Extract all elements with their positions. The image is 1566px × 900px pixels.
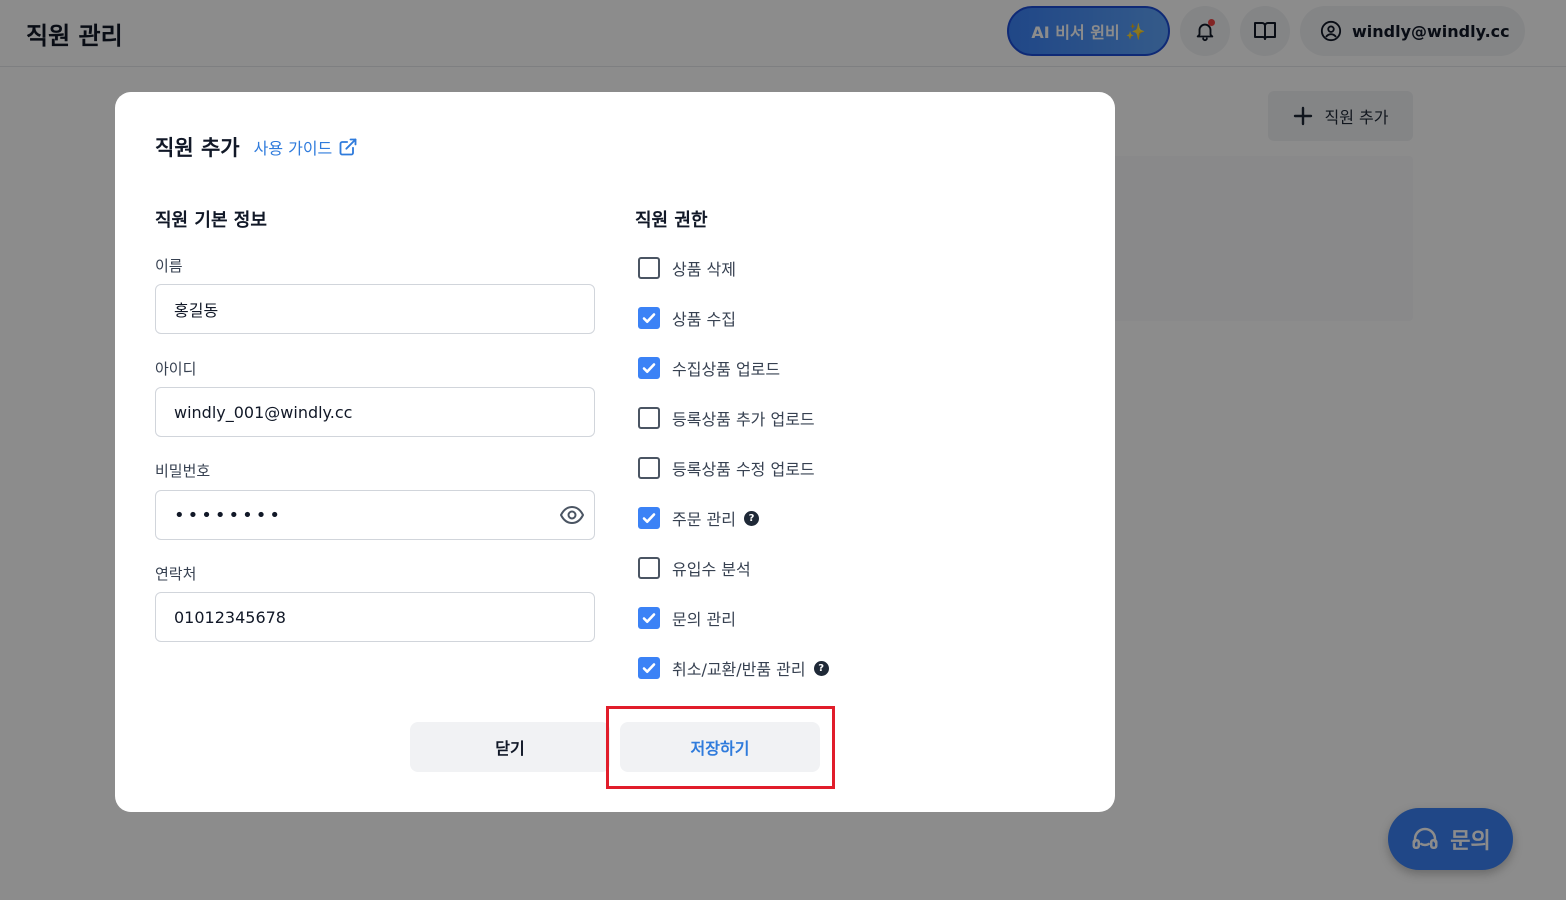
close-button[interactable]: 닫기	[410, 722, 610, 772]
permission-label: 상품 삭제	[672, 260, 736, 279]
help-icon[interactable]: ?	[813, 660, 829, 676]
permission-label: 수집상품 업로드	[672, 360, 781, 379]
permissions-title: 직원 권한	[635, 210, 708, 231]
permission-item[interactable]: 상품 수집	[638, 306, 736, 330]
checkbox-checked[interactable]	[638, 357, 660, 379]
permission-item[interactable]: 취소/교환/반품 관리?	[638, 656, 829, 680]
checkbox-unchecked[interactable]	[638, 457, 660, 479]
basic-info-title: 직원 기본 정보	[155, 210, 267, 231]
checkmark-icon	[642, 663, 656, 673]
checkmark-icon	[642, 363, 656, 373]
checkbox-checked[interactable]	[638, 507, 660, 529]
id-label: 아이디	[155, 360, 197, 378]
usage-guide-link[interactable]: 사용 가이드	[254, 135, 359, 159]
permission-label: 등록상품 추가 업로드	[672, 410, 815, 429]
contact-input[interactable]	[155, 592, 595, 642]
eye-icon[interactable]	[559, 502, 585, 528]
name-input[interactable]	[155, 284, 595, 334]
permission-label: 취소/교환/반품 관리	[672, 660, 806, 679]
permission-label: 상품 수집	[672, 310, 736, 329]
permission-label: 등록상품 수정 업로드	[672, 460, 815, 479]
checkbox-checked[interactable]	[638, 607, 660, 629]
permission-item[interactable]: 등록상품 추가 업로드	[638, 406, 815, 430]
name-label: 이름	[155, 257, 183, 275]
permission-item[interactable]: 수집상품 업로드	[638, 356, 780, 380]
external-link-icon	[339, 138, 357, 156]
checkmark-icon	[642, 513, 656, 523]
checkmark-icon	[642, 313, 656, 323]
contact-label: 연락처	[155, 565, 197, 583]
permission-label: 유입수 분석	[672, 560, 751, 579]
checkbox-unchecked[interactable]	[638, 257, 660, 279]
save-button-highlight	[606, 706, 835, 789]
id-input[interactable]	[155, 387, 595, 437]
checkbox-checked[interactable]	[638, 657, 660, 679]
password-input[interactable]	[155, 490, 595, 540]
permission-item[interactable]: 주문 관리?	[638, 506, 759, 530]
usage-guide-label: 사용 가이드	[253, 139, 333, 158]
checkbox-checked[interactable]	[638, 307, 660, 329]
password-label: 비밀번호	[155, 462, 211, 480]
checkbox-unchecked[interactable]	[638, 407, 660, 429]
help-icon[interactable]: ?	[743, 510, 759, 526]
permission-label: 문의 관리	[672, 610, 736, 629]
permission-item[interactable]: 상품 삭제	[638, 256, 736, 280]
permission-item[interactable]: 등록상품 수정 업로드	[638, 456, 815, 480]
modal-title: 직원 추가	[155, 136, 240, 160]
checkbox-unchecked[interactable]	[638, 557, 660, 579]
add-staff-modal: 직원 추가 사용 가이드 직원 기본 정보 이름 아이디 비밀번호 연락처 직원…	[115, 92, 1115, 812]
permission-item[interactable]: 유입수 분석	[638, 556, 751, 580]
permission-item[interactable]: 문의 관리	[638, 606, 736, 630]
checkmark-icon	[642, 613, 656, 623]
permission-label: 주문 관리	[672, 510, 736, 529]
modal-header: 직원 추가 사용 가이드	[155, 132, 358, 162]
